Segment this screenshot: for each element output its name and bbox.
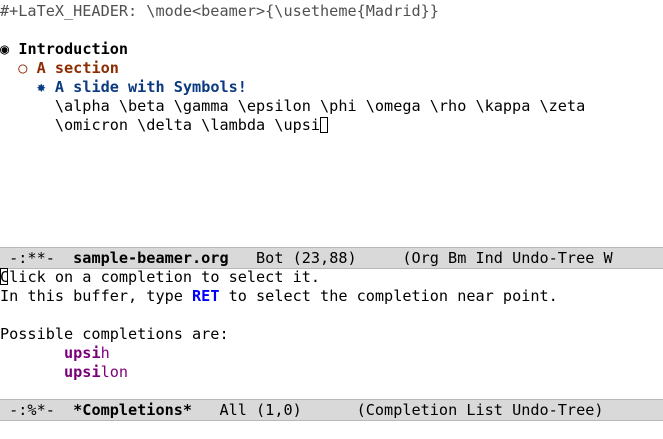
completions-help-line: Click on a completion to select it.: [0, 268, 320, 287]
outline-heading-introduction[interactable]: ◉ Introduction: [0, 40, 128, 59]
bullet-level3-icon: ✸: [36, 78, 46, 96]
instruction-text-post: to select the completion near point.: [219, 287, 558, 305]
heading-slide-symbols: A slide with Symbols!: [54, 78, 247, 96]
heading-a-section: A section: [36, 59, 119, 77]
mode-line-completions: -:%*- *Completions* All (1,0) (Completio…: [0, 399, 663, 421]
mode-line-modes: (Org Bm Ind Undo-Tree W: [356, 249, 613, 267]
mode-line-buffer-name: *Completions*: [73, 401, 193, 419]
possible-completions-label: Possible completions are:: [0, 325, 229, 343]
body-text-line[interactable]: \alpha \beta \gamma \epsilon \phi \omega…: [0, 97, 585, 116]
latex-header-line: #+LaTeX_HEADER: \mode<beamer>{\usetheme{…: [0, 2, 439, 20]
symbols-line-1: \alpha \beta \gamma \epsilon \phi \omega…: [54, 97, 586, 115]
completion-item-upsih[interactable]: upsih: [0, 344, 110, 363]
outline-heading-section[interactable]: ○ A section: [0, 59, 119, 78]
mode-line-main: -:**- sample-beamer.org Bot (23,88) (Org…: [0, 247, 663, 269]
completions-instruction-line: In this buffer, type RET to select the c…: [0, 287, 558, 306]
bullet-level2-icon: ○: [18, 59, 28, 77]
completion-suffix: lon: [100, 363, 129, 381]
text-cursor: [320, 117, 329, 133]
completion-common-prefix: upsi: [64, 363, 101, 381]
completion-common-prefix: upsi: [64, 344, 101, 362]
mode-line-position: Bot (23,88): [228, 249, 357, 267]
mode-line-buffer-name: sample-beamer.org: [73, 249, 229, 267]
bullet-level1-icon: ◉: [0, 40, 10, 58]
symbols-line-2: \omicron \delta \lambda \upsi: [54, 116, 321, 134]
completions-help-first-char: C: [0, 268, 10, 286]
mode-line-status: -:**-: [0, 249, 74, 267]
completion-suffix: h: [100, 344, 110, 362]
heading-introduction: Introduction: [18, 40, 129, 58]
completion-item-upsilon[interactable]: upsilon: [0, 363, 128, 382]
mode-line-status: -:%*-: [0, 401, 74, 419]
outline-heading-slide[interactable]: ✸ A slide with Symbols!: [0, 78, 247, 97]
mode-line-modes: (Completion List Undo-Tree): [301, 401, 604, 419]
ret-key-label: RET: [192, 287, 220, 305]
completions-help-text: lick on a completion to select it.: [9, 268, 321, 286]
instruction-text-pre: In this buffer, type: [0, 287, 193, 305]
mode-line-position: All (1,0): [192, 401, 302, 419]
body-text-line[interactable]: \omicron \delta \lambda \upsi: [0, 116, 329, 135]
